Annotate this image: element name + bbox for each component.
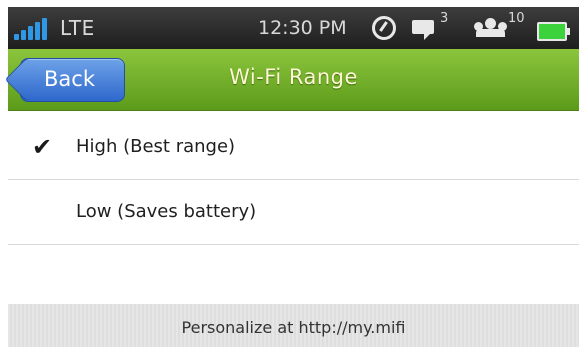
clock: 12:30 PM [258, 17, 347, 39]
option-label: Low (Saves battery) [76, 201, 257, 222]
option-label: High (Best range) [76, 136, 236, 157]
message-icon [412, 20, 434, 40]
checkmark-icon: ✔ [32, 133, 53, 161]
back-button-label: Back [44, 67, 95, 91]
title-bar: Back Wi-Fi Range [8, 49, 579, 111]
option-high[interactable]: ✔ High (Best range) [8, 111, 579, 180]
wifi-range-options: ✔ High (Best range) Low (Saves battery) [8, 111, 579, 303]
connected-users-icon [474, 18, 507, 37]
footer: Personalize at http://my.mifi [8, 304, 579, 347]
footer-text: Personalize at http://my.mifi [181, 318, 406, 337]
status-bar: LTE 12:30 PM 3 10 [8, 7, 579, 49]
list-empty-area [8, 245, 579, 303]
message-count: 3 [440, 11, 449, 26]
network-type: LTE [60, 16, 95, 40]
connected-users-count: 10 [508, 11, 525, 26]
signal-strength-icon [14, 18, 50, 40]
compass-icon [372, 16, 396, 40]
battery-icon [537, 22, 570, 41]
option-low[interactable]: Low (Saves battery) [8, 180, 579, 245]
